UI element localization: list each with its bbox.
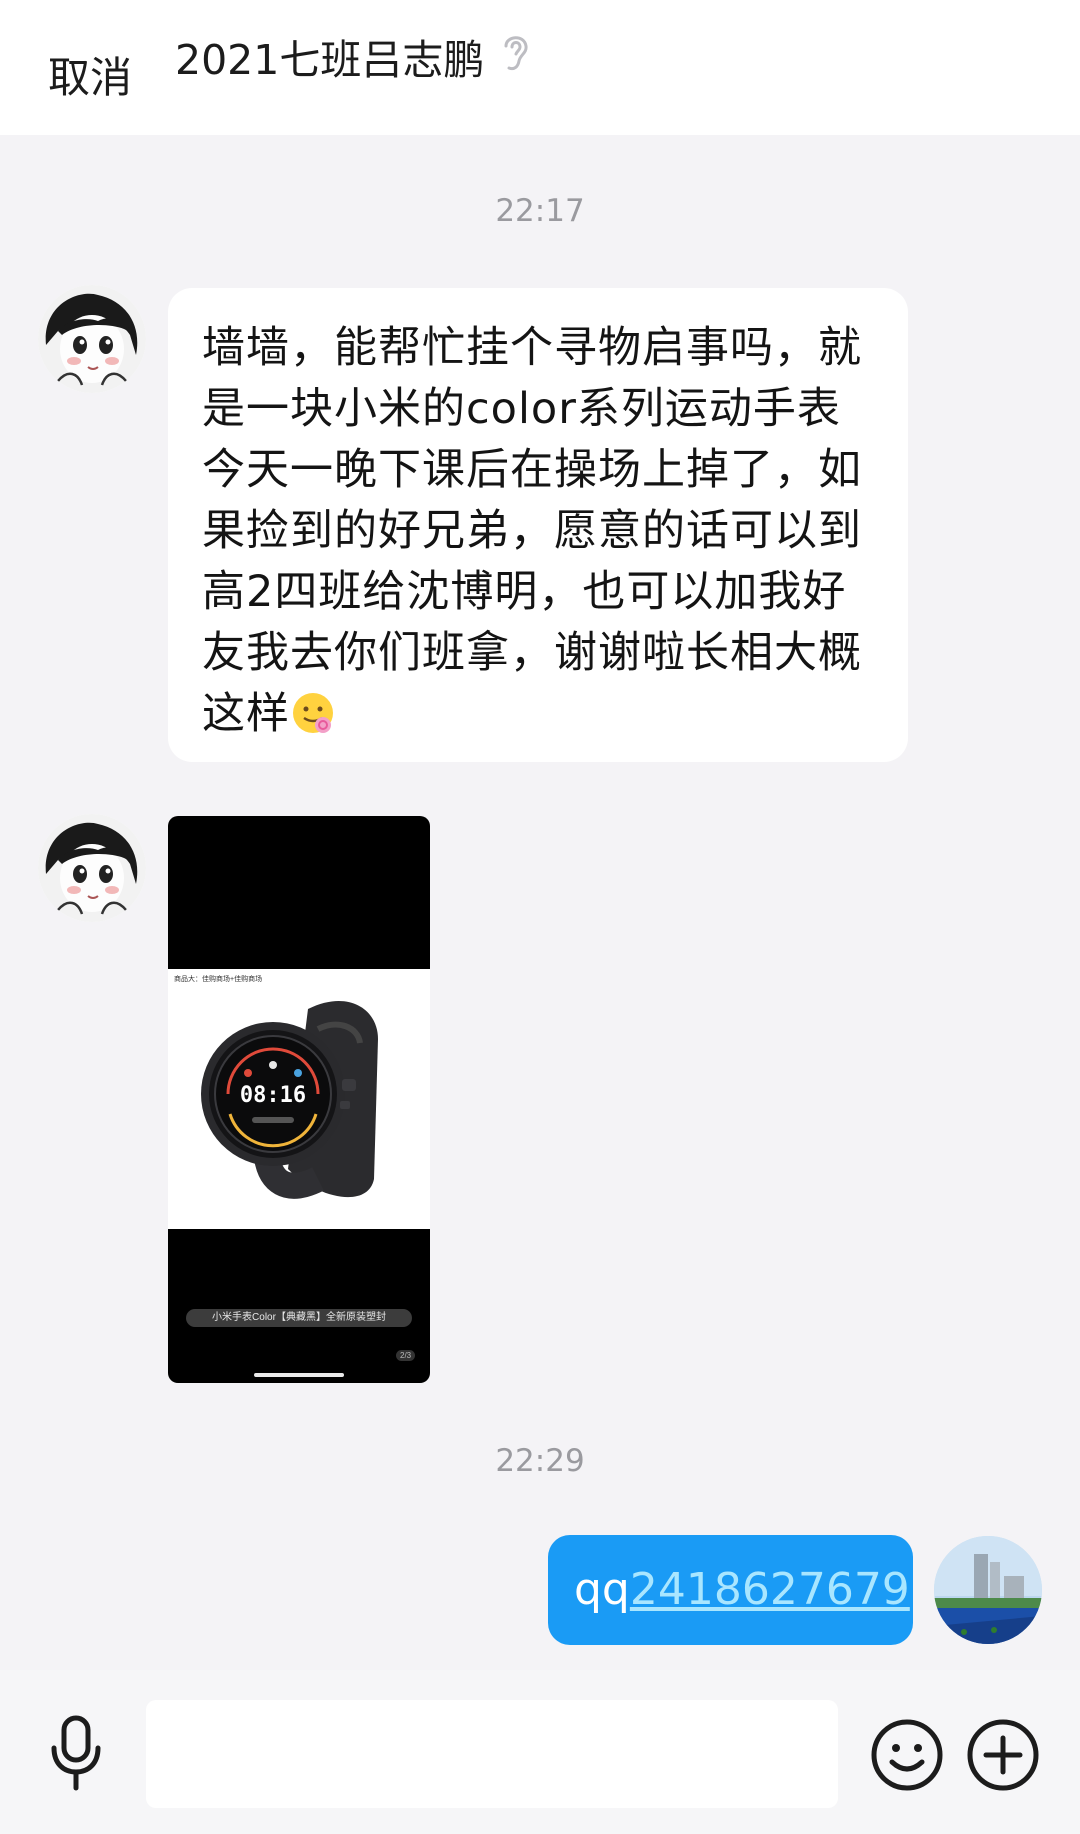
microphone-icon[interactable] <box>46 1714 106 1792</box>
self-avatar[interactable] <box>934 1536 1042 1644</box>
image-message[interactable]: 商品大：佳购商场+佳购商场 08:16 小米手表Color【典藏黑】全新原装塑封… <box>168 816 430 1383</box>
image-product-title: 小米手表Color【典藏黑】全新原装塑封 <box>186 1309 412 1327</box>
outgoing-message-bubble[interactable]: qq2418627679 <box>548 1535 913 1645</box>
product-photo: 商品大：佳购商场+佳购商场 08:16 <box>168 969 430 1229</box>
message-bubble[interactable]: 墙墙，能帮忙挂个寻物启事吗，就是一块小米的color系列运动手表今天一晚下课后在… <box>168 288 908 762</box>
avatar[interactable] <box>38 285 146 393</box>
outgoing-text-prefix: qq <box>574 1564 630 1615</box>
watch-face-time: 08:16 <box>240 1083 306 1108</box>
chat-header: 取消 2021七班吕志鹏 <box>0 0 1080 135</box>
chat-title: 2021七班吕志鹏 <box>175 36 485 84</box>
plus-circle-icon[interactable] <box>966 1718 1040 1792</box>
message-text: 墙墙，能帮忙挂个寻物启事吗，就是一块小米的color系列运动手表今天一晚下课后在… <box>202 323 862 739</box>
ear-icon[interactable] <box>498 30 532 74</box>
qq-number-link[interactable]: 2418627679 <box>630 1564 910 1615</box>
timestamp: 22:29 <box>495 1443 585 1479</box>
drooling-face-emoji <box>293 693 333 733</box>
message-input[interactable] <box>146 1700 838 1808</box>
image-home-indicator <box>254 1373 344 1377</box>
input-bar <box>0 1670 1080 1834</box>
smile-icon[interactable] <box>870 1718 944 1792</box>
timestamp: 22:17 <box>495 193 585 229</box>
watch-image: 08:16 <box>201 1000 378 1199</box>
image-caption: 商品大：佳购商场+佳购商场 <box>174 976 263 983</box>
cancel-button[interactable]: 取消 <box>48 44 132 105</box>
avatar[interactable] <box>38 814 146 922</box>
image-page-indicator: 2/3 <box>396 1350 416 1361</box>
